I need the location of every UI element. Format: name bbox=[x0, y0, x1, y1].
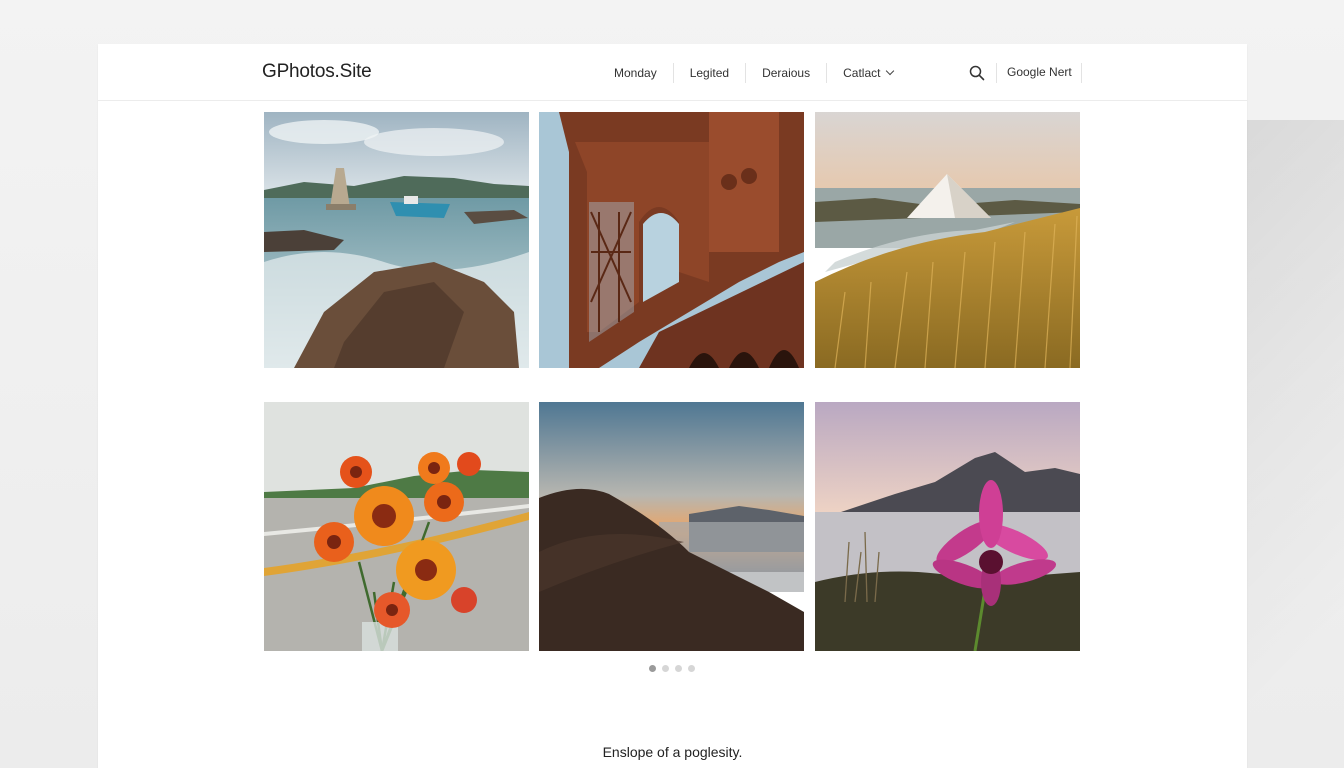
nav-item-label: Deraious bbox=[762, 66, 811, 80]
pagination-dot[interactable] bbox=[649, 665, 656, 672]
nav-item-label: Legited bbox=[689, 66, 730, 80]
photo-image bbox=[815, 402, 1080, 651]
gallery-photo-coast[interactable] bbox=[264, 112, 529, 368]
pagination-dot[interactable] bbox=[688, 665, 695, 672]
site-header: GPhotos.Site Monday Legited Deraious Cat… bbox=[98, 44, 1247, 101]
nav-item-legited[interactable]: Legited bbox=[674, 63, 747, 83]
nav-item-catlact[interactable]: Catlact bbox=[827, 63, 909, 83]
search-button[interactable] bbox=[968, 64, 986, 82]
footer-caption: Enslope of a poglesity. bbox=[602, 744, 743, 760]
nav-item-monday[interactable]: Monday bbox=[598, 63, 674, 83]
header-divider bbox=[996, 63, 997, 83]
nav-item-label: Monday bbox=[614, 66, 657, 80]
google-nert-link[interactable]: Google Nert bbox=[1007, 65, 1072, 79]
pagination-dot[interactable] bbox=[675, 665, 682, 672]
sheet-shadow bbox=[1246, 120, 1344, 768]
gallery-photo-bridge[interactable] bbox=[539, 112, 804, 368]
search-icon bbox=[969, 65, 985, 81]
nav-item-label: Catlact bbox=[843, 66, 881, 80]
pagination-dot[interactable] bbox=[662, 665, 669, 672]
site-logo[interactable]: GPhotos.Site bbox=[262, 61, 372, 83]
photo-image bbox=[815, 112, 1080, 368]
gallery-photo-bouquet[interactable] bbox=[264, 402, 529, 651]
gallery-photo-pyramid[interactable] bbox=[815, 112, 1080, 368]
gallery-photo-dune[interactable] bbox=[539, 402, 804, 651]
photo-image bbox=[264, 112, 529, 368]
pagination-dots bbox=[649, 665, 695, 672]
nav-item-deraious[interactable]: Deraious bbox=[746, 63, 828, 83]
photo-image bbox=[264, 402, 529, 651]
gallery-photo-flower-lake[interactable] bbox=[815, 402, 1080, 651]
chevron-down-icon bbox=[886, 66, 895, 76]
page-sheet: GPhotos.Site Monday Legited Deraious Cat… bbox=[98, 44, 1247, 768]
header-divider bbox=[1081, 63, 1082, 83]
photo-image bbox=[539, 402, 804, 651]
photo-image bbox=[539, 112, 804, 368]
main-nav: Monday Legited Deraious Catlact bbox=[598, 62, 909, 84]
